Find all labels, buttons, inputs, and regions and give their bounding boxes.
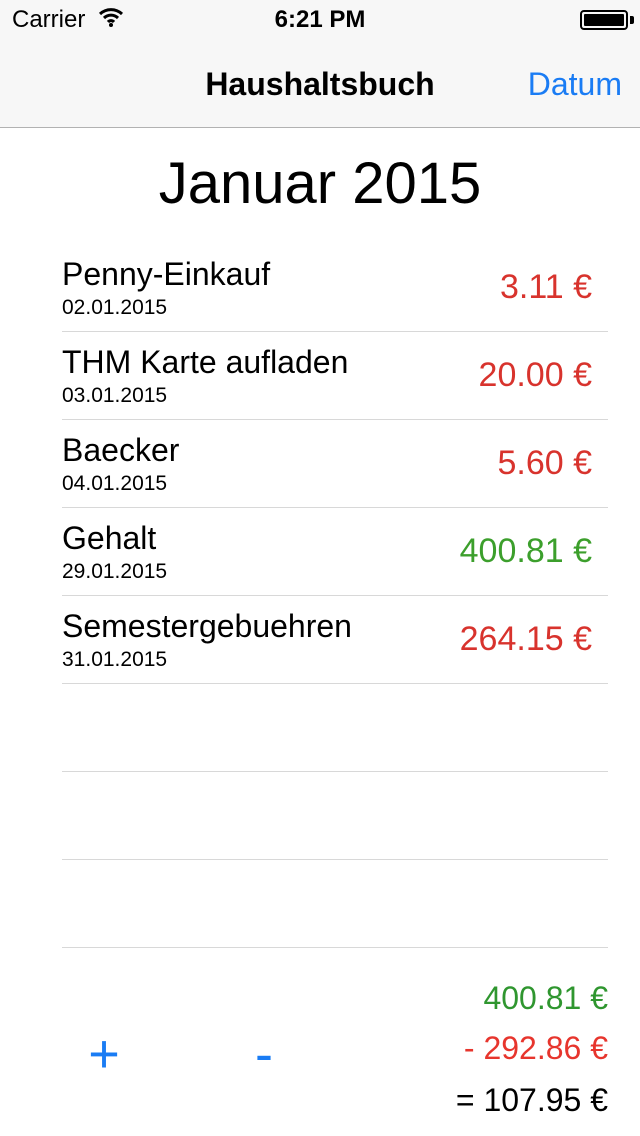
list-item[interactable]: Semestergebuehren 31.01.2015 264.15 € <box>62 596 608 684</box>
add-expense-button[interactable]: - <box>244 1024 284 1084</box>
entry-amount: 5.60 € <box>497 444 592 482</box>
entries-list: Penny-Einkauf 02.01.2015 3.11 € THM Kart… <box>62 244 608 948</box>
entry-date: 31.01.2015 <box>62 648 168 671</box>
expense-total: - 292.86 € <box>463 1030 608 1066</box>
entry-title: Gehalt <box>62 520 157 556</box>
entry-title: Penny-Einkauf <box>62 256 271 292</box>
entry-amount: 264.15 € <box>459 620 592 658</box>
battery-icon <box>580 10 628 30</box>
list-item[interactable]: Penny-Einkauf 02.01.2015 3.11 € <box>62 244 608 332</box>
month-title: Januar 2015 <box>158 151 482 216</box>
navigation-bar: Haushaltsbuch Datum <box>0 40 640 128</box>
status-time: 6:21 PM <box>274 6 366 33</box>
entry-date: 02.01.2015 <box>62 296 168 319</box>
list-item[interactable]: Baecker 04.01.2015 5.60 € <box>62 420 608 508</box>
entry-title: Semestergebuehren <box>62 608 352 644</box>
entry-title: Baecker <box>62 432 180 468</box>
empty-row <box>62 684 608 772</box>
empty-row <box>62 860 608 948</box>
entry-date: 04.01.2015 <box>62 472 168 495</box>
datum-button[interactable]: Datum <box>528 66 622 103</box>
entry-date: 03.01.2015 <box>62 384 168 407</box>
income-total: 400.81 € <box>483 980 608 1016</box>
entry-amount: 3.11 € <box>499 268 592 306</box>
entry-title: THM Karte aufladen <box>62 344 349 380</box>
status-bar: Carrier 6:21 PM <box>0 0 640 40</box>
entry-amount: 400.81 € <box>459 532 592 570</box>
add-income-button[interactable]: + <box>84 1024 124 1084</box>
battery-tip <box>630 16 634 24</box>
list-item[interactable]: THM Karte aufladen 03.01.2015 20.00 € <box>62 332 608 420</box>
empty-row <box>62 772 608 860</box>
entry-amount: 20.00 € <box>478 356 592 394</box>
entry-date: 29.01.2015 <box>62 560 168 583</box>
list-item[interactable]: Gehalt 29.01.2015 400.81 € <box>62 508 608 596</box>
balance-total: = 107.95 € <box>455 1082 608 1118</box>
